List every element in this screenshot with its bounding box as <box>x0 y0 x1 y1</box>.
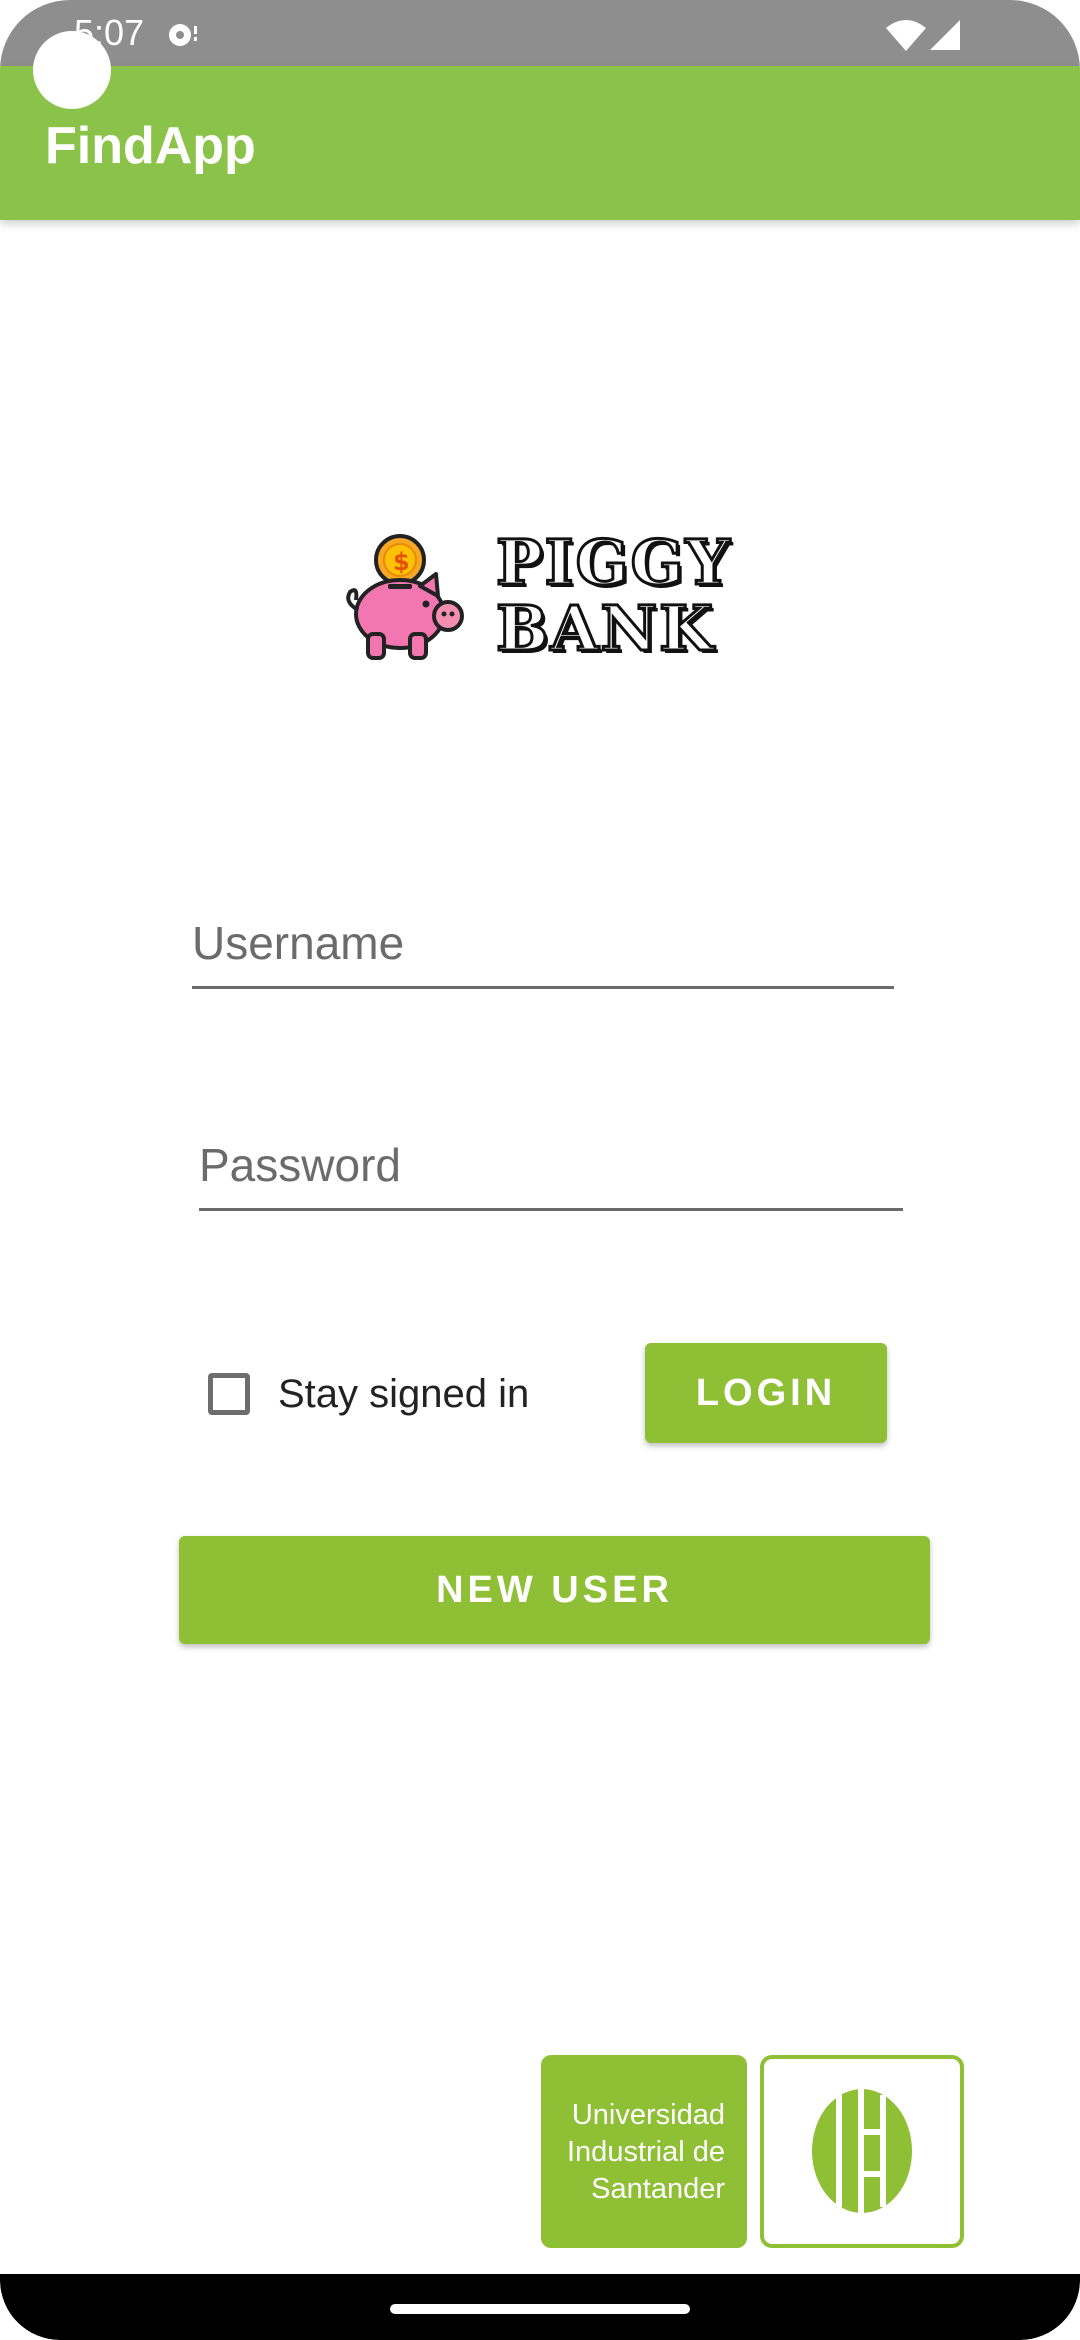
logo-line-1: PIGGY <box>495 526 732 599</box>
logo-wordmark: PIGGY BANK <box>495 526 732 665</box>
signal-icon <box>930 20 960 50</box>
logo-line-2: BANK <box>495 592 716 665</box>
login-button[interactable]: LOGIN <box>645 1343 887 1443</box>
university-name-panel: Universidad Industrial de Santander <box>541 2055 747 2248</box>
username-field <box>192 908 894 989</box>
password-field <box>199 1130 903 1211</box>
app-bar: FindApp <box>0 66 1080 220</box>
navigation-bar <box>0 2274 1080 2340</box>
university-logo: Universidad Industrial de Santander <box>528 2041 978 2263</box>
wifi-icon <box>886 20 926 51</box>
university-name: Universidad Industrial de Santander <box>567 2097 725 2208</box>
piggy-bank-icon: $ <box>346 534 464 660</box>
app-title: FindApp <box>45 117 256 175</box>
uis-emblem-icon <box>812 2089 912 2213</box>
new-user-button[interactable]: NEW USER <box>179 1536 930 1644</box>
username-input[interactable] <box>192 908 894 978</box>
login-screen: 5:07 FindApp $ PIGGY BANK Username Stay … <box>0 0 1080 2340</box>
uis-emblem-panel <box>760 2055 964 2248</box>
camera-cutout <box>33 31 111 109</box>
password-input[interactable] <box>199 1130 903 1200</box>
stay-signed-in-checkbox[interactable]: Stay signed in <box>208 1366 529 1422</box>
piggy-bank-logo: $ PIGGY BANK <box>340 526 760 675</box>
status-bar: 5:07 <box>0 0 1080 66</box>
stay-signed-in-label: Stay signed in <box>278 1371 530 1416</box>
home-gesture-handle[interactable] <box>390 2304 690 2314</box>
university-name-line-3: Santander <box>591 2173 725 2205</box>
password-underline <box>199 1208 903 1211</box>
university-name-line-1: Universidad <box>571 2099 725 2131</box>
university-name-line-2: Industrial de <box>567 2136 725 2168</box>
checkbox-box[interactable] <box>208 1373 250 1415</box>
svg-text:$: $ <box>393 548 410 576</box>
media-icon <box>169 24 197 46</box>
username-underline <box>192 986 894 989</box>
